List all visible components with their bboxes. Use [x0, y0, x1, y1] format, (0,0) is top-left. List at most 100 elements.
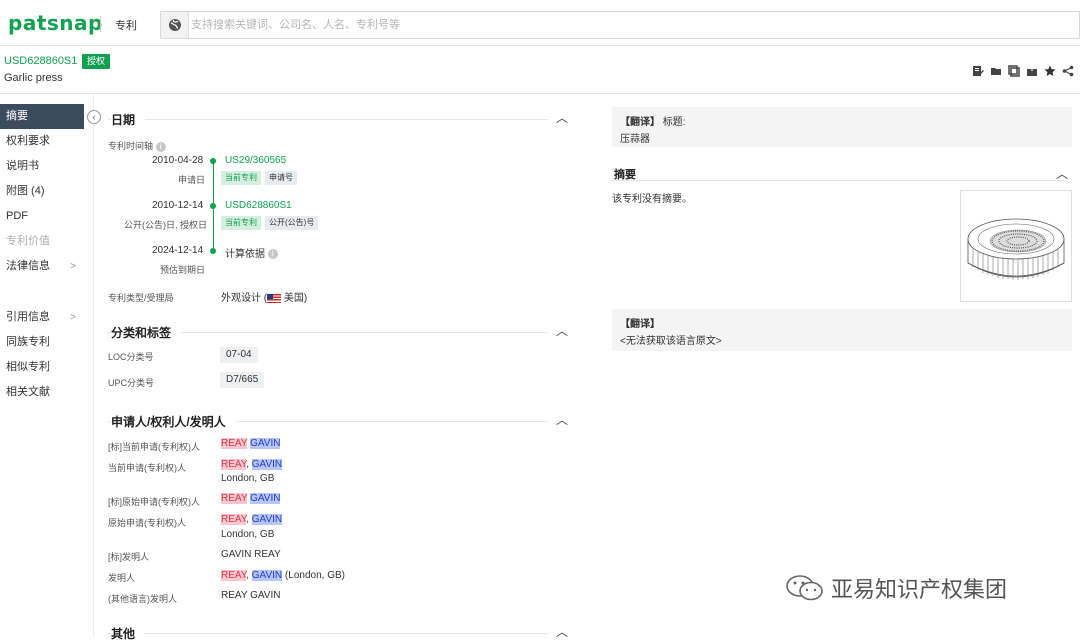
- number-type-tag: 申请号: [265, 171, 297, 185]
- garlic-press-drawing: [967, 218, 1065, 280]
- search-input[interactable]: [191, 15, 1071, 35]
- publication-number-link[interactable]: USD628860S1: [225, 200, 292, 211]
- info-icon[interactable]: i: [267, 249, 278, 260]
- sidebar-item-patent-value[interactable]: 专利价值: [0, 229, 84, 254]
- sidebar-item-label: 法律信息: [6, 260, 50, 272]
- export-icon[interactable]: [1025, 64, 1038, 77]
- timeline-date-type: 公开(公告)日, 授权日: [124, 220, 207, 230]
- section-title: 其他: [111, 625, 146, 642]
- search-box: [160, 11, 1080, 39]
- patent-drawing-thumbnail[interactable]: [960, 190, 1072, 302]
- patent-number[interactable]: USD628860S1: [4, 55, 77, 67]
- logo-divider: [100, 16, 101, 32]
- chevron-right-icon: >: [70, 261, 76, 272]
- us-flag-icon: [267, 293, 282, 303]
- applicant-value[interactable]: REAY GAVIN: [221, 493, 281, 504]
- sidebar-item-family[interactable]: 同族专利: [0, 330, 84, 355]
- star-icon[interactable]: [1043, 64, 1056, 77]
- abstract-text: 该专利没有摘要。: [612, 194, 692, 205]
- sidebar-item-label: 引用信息: [6, 311, 50, 323]
- section-divider: [108, 119, 548, 120]
- tag-group: 当前专利 申请号: [221, 171, 301, 185]
- section-title: 分类和标签: [111, 324, 182, 341]
- applicant-value[interactable]: REAY, GAVIN: [221, 459, 283, 470]
- translation-header: 【翻译】: [620, 319, 660, 330]
- abstract-translation-box: 【翻译】 <无法获取该语言原文>: [612, 309, 1072, 351]
- inventor-label: [标]发明人: [108, 552, 150, 562]
- sidebar-divider: [93, 94, 94, 637]
- patent-title: Garlic press: [4, 72, 63, 84]
- status-badge: 授权: [82, 54, 111, 69]
- application-number-link[interactable]: US29/360565: [225, 155, 286, 166]
- sidebar-item-abstract[interactable]: 摘要: [0, 104, 84, 129]
- timeline-dot: [210, 158, 216, 164]
- inventor-label: 发明人: [108, 573, 136, 583]
- info-icon[interactable]: i: [155, 141, 166, 152]
- chevron-up-icon[interactable]: ︿: [556, 623, 568, 640]
- timeline-date-type: 预估到期日: [160, 265, 206, 275]
- number-type-tag: 公开(公告)号: [265, 216, 319, 230]
- applicant-location: London, GB: [221, 473, 275, 484]
- search-type-selector[interactable]: 专利: [115, 17, 137, 33]
- applicant-value[interactable]: REAY GAVIN: [221, 438, 281, 449]
- sidebar-item-citations[interactable]: 引用信息 >: [0, 305, 84, 330]
- applicant-label: [标]当前申请(专利权)人: [108, 442, 200, 452]
- section-divider: [108, 633, 548, 634]
- tag-group: 当前专利 公开(公告)号: [221, 216, 322, 230]
- applicant-label: 原始申请(专利权)人: [108, 518, 186, 528]
- top-bar: patsnap 专利: [0, 0, 1080, 46]
- copy-icon[interactable]: [1007, 64, 1020, 77]
- sidebar-nav: 摘要 权利要求 说明书 附图 (4) PDF 专利价值 法律信息 > 引用信息 > …: [0, 104, 84, 405]
- sidebar-item-related-docs[interactable]: 相关文献: [0, 380, 84, 405]
- sidebar-item-pdf[interactable]: PDF: [0, 204, 84, 229]
- applicant-location: London, GB: [221, 529, 275, 540]
- inventor-value[interactable]: REAY GAVIN: [221, 590, 280, 601]
- applicant-label: [标]原始申请(专利权)人: [108, 497, 200, 507]
- patent-type-label: 专利类型/受理局: [108, 293, 174, 303]
- timeline-label: 专利时间轴 i: [108, 139, 166, 152]
- translation-unavailable-text: <无法获取该语言原文>: [620, 336, 722, 347]
- edit-note-icon[interactable]: [971, 64, 984, 77]
- translated-title: 压蒜器: [620, 134, 650, 145]
- watermark-text: 亚易知识产权集团: [831, 578, 1008, 603]
- timeline-date: 2024-12-14: [152, 245, 204, 256]
- timeline-dot: [210, 248, 216, 254]
- upc-label: UPC分类号: [108, 378, 155, 388]
- chevron-right-icon: >: [70, 312, 76, 323]
- chevron-up-icon[interactable]: ︿: [556, 322, 568, 339]
- sidebar-item-legal[interactable]: 法律信息 >: [0, 254, 84, 279]
- applicant-value[interactable]: REAY, GAVIN: [221, 514, 283, 525]
- upc-value[interactable]: D7/665: [220, 372, 265, 388]
- inventor-value[interactable]: REAY, GAVIN (London, GB): [221, 570, 345, 581]
- timeline-date: 2010-04-28: [152, 155, 204, 166]
- share-icon[interactable]: [1061, 64, 1074, 77]
- patsnap-logo[interactable]: patsnap: [8, 11, 103, 35]
- inventor-label: (其他语言)发明人: [108, 594, 177, 604]
- sidebar-item-similar[interactable]: 相似专利: [0, 355, 84, 380]
- sidebar-item-drawings[interactable]: 附图 (4): [0, 179, 84, 204]
- chevron-up-icon[interactable]: ︿: [556, 109, 568, 126]
- globe-icon[interactable]: [161, 12, 189, 38]
- section-title: 申请人/权利人/发明人: [111, 413, 236, 430]
- section-header-classification: 分类和标签 ︿: [108, 322, 573, 341]
- section-header-applicants: 申请人/权利人/发明人 ︿: [108, 411, 573, 430]
- section-header-abstract: 摘要 ︿: [612, 163, 1072, 182]
- sidebar-item-claims[interactable]: 权利要求: [0, 129, 84, 154]
- translation-header: 【翻译】 标题:: [620, 117, 686, 128]
- section-title: 日期: [111, 111, 146, 128]
- applicant-label: 当前申请(专利权)人: [108, 463, 186, 473]
- patent-toolbar: [971, 64, 1074, 77]
- chevron-up-icon[interactable]: ︿: [556, 411, 568, 428]
- inventor-value[interactable]: GAVIN REAY: [221, 549, 281, 560]
- sidebar-item-description[interactable]: 说明书: [0, 154, 84, 179]
- section-header-dates: 日期 ︿: [108, 109, 573, 128]
- loc-value[interactable]: 07-04: [220, 347, 258, 363]
- folder-icon[interactable]: [989, 64, 1002, 77]
- patent-type-value: 外观设计 ( 美国): [221, 293, 308, 304]
- title-translation-box: 【翻译】 标题: 压蒜器: [612, 107, 1072, 147]
- calculation-basis: 计算依据 i: [225, 245, 278, 260]
- timeline-date: 2010-12-14: [152, 200, 204, 211]
- chevron-up-icon[interactable]: ︿: [1056, 165, 1068, 182]
- collapse-sidebar-button[interactable]: ‹: [87, 110, 101, 124]
- timeline-dot: [210, 203, 216, 209]
